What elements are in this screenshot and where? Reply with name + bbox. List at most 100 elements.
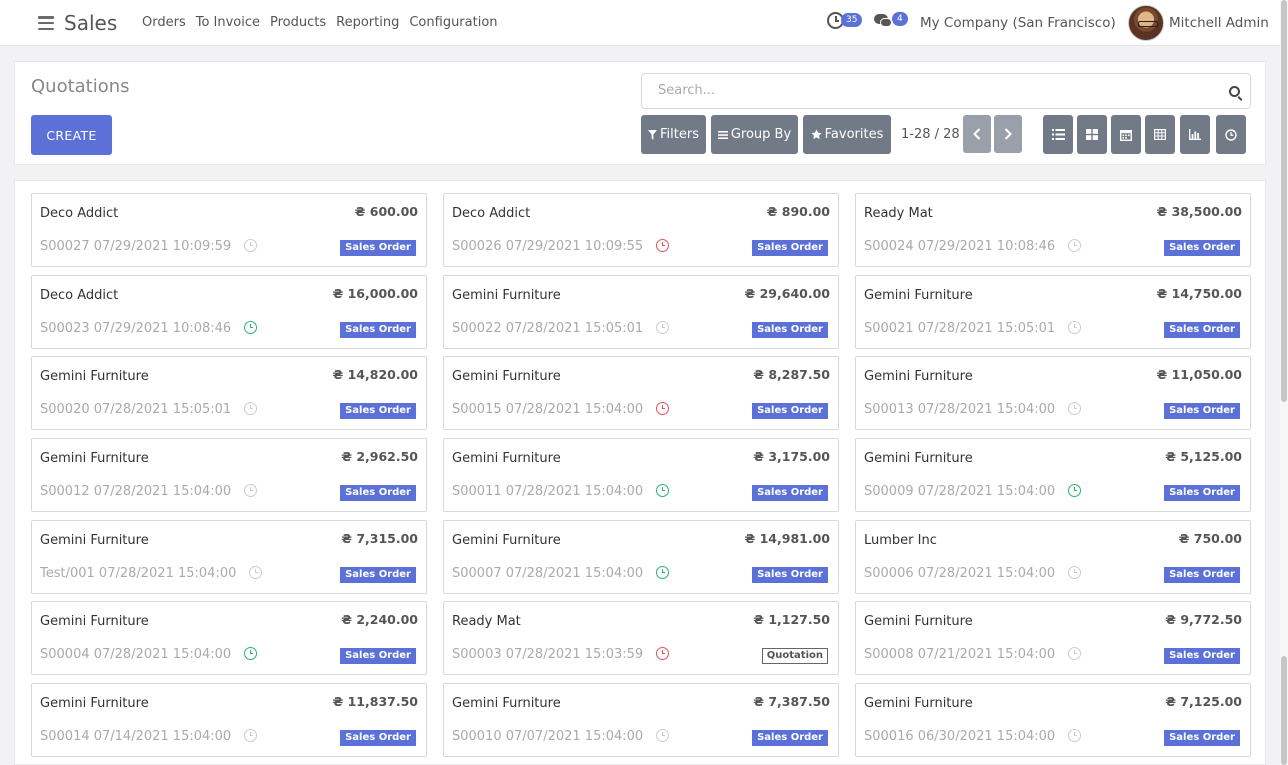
filters-button[interactable]: Filters	[641, 115, 706, 154]
customer-name: Gemini Furniture	[864, 451, 973, 466]
order-reference-date: S00010 07/07/2021 15:04:00	[452, 729, 644, 744]
pager-next-button[interactable]	[994, 115, 1022, 153]
quotation-card[interactable]: Gemini Furniture ₴ 14,750.00 S00021 07/28/…	[855, 275, 1251, 349]
order-reference-line: S00008 07/21/2021 15:04:00	[864, 647, 1082, 662]
activity-clock-icon[interactable]	[244, 729, 258, 742]
messages-chat-icon[interactable]	[874, 14, 892, 28]
create-button[interactable]: CREATE	[31, 115, 112, 155]
order-reference-date: S00011 07/28/2021 15:04:00	[452, 484, 644, 499]
quotation-card[interactable]: Gemini Furniture ₴ 29,640.00 S00022 07/28/…	[443, 275, 839, 349]
quotation-card[interactable]: Gemini Furniture ₴ 14,820.00 S00020 07/28/…	[31, 356, 427, 430]
quotation-card[interactable]: Gemini Furniture ₴ 14,981.00 S00007 07/28/…	[443, 520, 839, 594]
activity-clock-icon[interactable]	[656, 239, 670, 252]
favorites-button[interactable]: Favorites	[803, 115, 891, 154]
activity-clock-icon[interactable]	[1068, 647, 1082, 660]
pager-value[interactable]: 1-28 / 28	[901, 127, 960, 142]
quotation-card[interactable]: Deco Addict ₴ 16,000.00 S00023 07/29/2021 …	[31, 275, 427, 349]
customer-name: Lumber Inc	[864, 533, 937, 548]
menu-to-invoice[interactable]: To Invoice	[196, 15, 260, 30]
activity-clock-icon[interactable]	[249, 566, 263, 579]
search-icon[interactable]	[1229, 86, 1240, 97]
list-view-button[interactable]	[1043, 115, 1073, 154]
customer-name: Gemini Furniture	[40, 451, 149, 466]
activity-clock-icon[interactable]	[656, 321, 670, 334]
quotation-card[interactable]: Gemini Furniture ₴ 11,837.50 S00014 07/14/…	[31, 683, 427, 757]
quotation-card[interactable]: Ready Mat ₴ 1,127.50 S00003 07/28/2021 15:…	[443, 601, 839, 675]
pager-previous-button[interactable]	[963, 115, 991, 153]
menu-products[interactable]: Products	[270, 15, 326, 30]
order-amount: ₴ 7,125.00	[1165, 694, 1242, 709]
status-badge: Sales Order	[340, 403, 416, 419]
quotation-card[interactable]: Gemini Furniture ₴ 2,962.50 S00012 07/28/2…	[31, 438, 427, 512]
scrollbar-thumb[interactable]	[1281, 0, 1287, 402]
quotation-card[interactable]: Lumber Inc ₴ 750.00 S00006 07/28/2021 15:0…	[855, 520, 1251, 594]
status-badge: Sales Order	[752, 485, 828, 501]
page-scrollbar[interactable]	[1280, 0, 1288, 765]
main-menu: Orders To Invoice Products Reporting Con…	[142, 15, 498, 30]
order-reference-line: S00013 07/28/2021 15:04:00	[864, 402, 1082, 417]
order-reference-line: S00015 07/28/2021 15:04:00	[452, 402, 670, 417]
activity-clock-icon[interactable]	[244, 484, 258, 497]
order-reference-date: S00003 07/28/2021 15:03:59	[452, 647, 644, 662]
order-reference-line: S00021 07/28/2021 15:05:01	[864, 321, 1082, 336]
activity-clock-icon[interactable]	[1068, 729, 1082, 742]
quotation-card[interactable]: Gemini Furniture ₴ 7,387.50 S00010 07/07/2…	[443, 683, 839, 757]
order-reference-date: S00024 07/29/2021 10:08:46	[864, 239, 1056, 254]
filters-label: Filters	[660, 127, 699, 142]
activity-clock-icon[interactable]	[244, 647, 258, 660]
order-reference-line: Test/001 07/28/2021 15:04:00	[40, 566, 263, 581]
chevron-left-icon	[973, 128, 981, 140]
menu-configuration[interactable]: Configuration	[409, 15, 497, 30]
customer-name: Gemini Furniture	[452, 533, 561, 548]
bar-chart-icon	[1189, 129, 1201, 140]
apps-menu-icon[interactable]	[38, 16, 54, 31]
quotation-card[interactable]: Gemini Furniture ₴ 8,287.50 S00015 07/28/2…	[443, 356, 839, 430]
activity-clock-icon[interactable]	[656, 647, 670, 660]
quotation-card[interactable]: Gemini Furniture ₴ 9,772.50 S00008 07/21/2…	[855, 601, 1251, 675]
quotation-card[interactable]: Gemini Furniture ₴ 11,050.00 S00013 07/28/…	[855, 356, 1251, 430]
pivot-view-button[interactable]	[1145, 115, 1175, 154]
order-reference-line: S00016 06/30/2021 15:04:00	[864, 729, 1082, 744]
app-name[interactable]: Sales	[64, 11, 117, 35]
activity-clock-icon[interactable]	[1068, 402, 1082, 415]
group-by-button[interactable]: Group By	[711, 115, 798, 154]
quotation-card[interactable]: Deco Addict ₴ 600.00 S00027 07/29/2021 10:…	[31, 193, 427, 267]
quotation-card[interactable]: Deco Addict ₴ 890.00 S00026 07/29/2021 10:…	[443, 193, 839, 267]
order-reference-date: S00022 07/28/2021 15:05:01	[452, 321, 644, 336]
calendar-view-button[interactable]	[1111, 115, 1141, 154]
scrollbar-thumb-lower[interactable]	[1281, 656, 1287, 765]
quotation-card[interactable]: Gemini Furniture ₴ 5,125.00 S00009 07/28/2…	[855, 438, 1251, 512]
status-badge: Sales Order	[752, 567, 828, 583]
company-switcher[interactable]: My Company (San Francisco)	[920, 15, 1116, 31]
quotation-card[interactable]: Gemini Furniture ₴ 7,125.00 S00016 06/30/2…	[855, 683, 1251, 757]
menu-orders[interactable]: Orders	[142, 15, 186, 30]
control-panel: Quotations CREATE Search... Filters Grou…	[14, 61, 1266, 165]
activity-clock-icon[interactable]	[244, 239, 258, 252]
activity-clock-icon[interactable]	[1068, 566, 1082, 579]
activity-clock-icon[interactable]	[656, 566, 670, 579]
user-menu-name[interactable]: Mitchell Admin	[1169, 15, 1269, 31]
activity-view-button[interactable]	[1216, 115, 1246, 154]
order-reference-line: S00014 07/14/2021 15:04:00	[40, 729, 258, 744]
quotation-card[interactable]: Ready Mat ₴ 38,500.00 S00024 07/29/2021 10…	[855, 193, 1251, 267]
customer-name: Gemini Furniture	[452, 696, 561, 711]
order-reference-date: S00015 07/28/2021 15:04:00	[452, 402, 644, 417]
activity-clock-icon[interactable]	[1068, 239, 1082, 252]
user-avatar[interactable]	[1128, 5, 1164, 41]
status-badge: Sales Order	[752, 322, 828, 338]
activity-clock-icon[interactable]	[656, 484, 670, 497]
menu-reporting[interactable]: Reporting	[336, 15, 399, 30]
quotation-card[interactable]: Gemini Furniture ₴ 2,240.00 S00004 07/28/2…	[31, 601, 427, 675]
activity-clock-icon[interactable]	[1068, 484, 1082, 497]
activity-clock-icon[interactable]	[1068, 321, 1082, 334]
quotation-card[interactable]: Gemini Furniture ₴ 7,315.00 Test/001 07/28…	[31, 520, 427, 594]
quotation-card[interactable]: Gemini Furniture ₴ 3,175.00 S00011 07/28/2…	[443, 438, 839, 512]
activity-clock-icon[interactable]	[656, 402, 670, 415]
activity-clock-icon[interactable]	[244, 402, 258, 415]
search-input[interactable]: Search...	[641, 73, 1251, 109]
graph-view-button[interactable]	[1180, 115, 1210, 154]
kanban-view-button[interactable]	[1077, 115, 1107, 154]
activity-clock-icon[interactable]	[656, 729, 670, 742]
activity-clock-icon[interactable]	[244, 321, 258, 334]
order-amount: ₴ 5,125.00	[1165, 449, 1242, 464]
